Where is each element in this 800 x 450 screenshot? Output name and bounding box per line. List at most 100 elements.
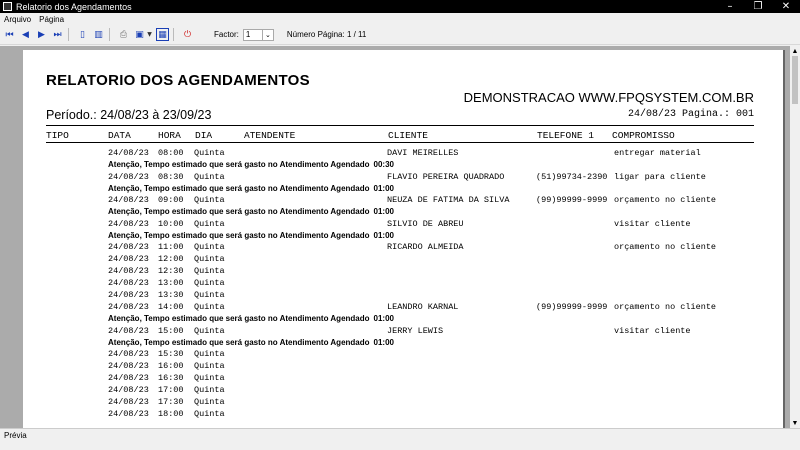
cell-hora: 12:00 [158,254,184,264]
cell-data: 24/08/23 [108,385,149,395]
factor-value: 1 [245,30,251,39]
exit-icon[interactable]: ⏻ [181,28,194,41]
cell-dia: Quinta [194,218,225,229]
maximize-button[interactable]: ❐ [744,0,772,13]
time-estimate-note: Atenção, Tempo estimado que será gasto n… [108,338,394,347]
cell-dia: Quinta [194,254,225,264]
cell-data: 24/08/23 [108,302,149,312]
cell-hora: 10:00 [158,218,184,229]
cell-hora: 13:30 [158,290,184,300]
cell-cliente: RICARDO ALMEIDA [387,242,464,252]
menu-arquivo[interactable]: Arquivo [0,15,35,24]
cell-compromisso: orçamento no cliente [614,242,717,252]
cell-hora: 14:00 [158,302,184,312]
cell-hora: 09:00 [158,195,184,205]
time-estimate-note: Atenção, Tempo estimado que será gasto n… [108,184,394,193]
print-icon[interactable]: ⎙ [117,28,130,41]
cell-data: 24/08/23 [108,254,149,264]
cell-data: 24/08/23 [108,349,149,359]
cell-dia: Quinta [194,148,225,158]
cell-cliente: JERRY LEWIS [387,325,444,336]
cell-data: 24/08/23 [108,195,149,205]
note-tempo: 01:00 [373,337,394,347]
minimize-button[interactable]: – [716,0,744,13]
cell-cliente: DAVI MEIRELLES [387,148,459,158]
cell-dia: Quinta [194,278,225,288]
cell-telefone: (99)99999-9999 [536,195,608,205]
cell-dia: Quinta [194,397,225,407]
factor-label: Factor: [214,30,239,39]
cell-hora: 12:30 [158,266,184,276]
chevron-down-icon[interactable]: ⌄ [261,28,274,41]
report-company: DEMONSTRACAO WWW.FPQSYSTEM.COM.BR [463,90,754,105]
col-header-dia: DIA [195,130,213,141]
cell-compromisso: ligar para cliente [614,171,706,182]
note-text: Atenção, Tempo estimado que será gasto n… [108,183,370,193]
export-icon[interactable]: ▦ [156,28,169,41]
time-estimate-note: Atenção, Tempo estimado que será gasto n… [108,231,394,240]
cell-telefone: (51)99734-2390 [536,171,608,182]
cell-dia: Quinta [194,361,225,371]
cell-dia: Quinta [194,325,225,336]
cell-data: 24/08/23 [108,218,149,229]
cell-hora: 16:30 [158,373,184,383]
cell-data: 24/08/23 [108,148,149,158]
cell-dia: Quinta [194,373,225,383]
time-estimate-note: Atenção, Tempo estimado que será gasto n… [108,314,394,323]
two-page-view-icon[interactable]: ▥ [92,28,105,41]
cell-cliente: NEUZA DE FATIMA DA SILVA [387,195,510,205]
page-number-info: Número Página: 1 / 11 [286,30,367,39]
cell-cliente: LEANDRO KARNAL [387,302,459,312]
cell-hora: 08:00 [158,148,184,158]
toolbar-separator [68,28,69,41]
cell-data: 24/08/23 [108,290,149,300]
save-icon[interactable]: ▣ [133,28,146,41]
page-view-icon[interactable]: ▯ [76,28,89,41]
first-page-icon[interactable]: ⏮ [3,28,16,41]
next-page-icon[interactable]: ▶ [35,28,48,41]
preview-viewport[interactable]: RELATORIO DOS AGENDAMENTOS DEMONSTRACAO … [0,46,800,428]
note-text: Atenção, Tempo estimado que será gasto n… [108,314,370,323]
cell-hora: 15:30 [158,349,184,359]
cell-compromisso: orçamento no cliente [614,302,717,312]
cell-dia: Quinta [194,171,225,182]
cell-hora: 15:00 [158,325,184,336]
col-header-atendente: ATENDENTE [244,130,296,141]
cell-hora: 16:00 [158,361,184,371]
cell-dia: Quinta [194,409,225,419]
prev-page-icon[interactable]: ◀ [19,28,32,41]
cell-hora: 08:30 [158,171,184,182]
save-dropdown-icon[interactable]: ▼ [146,28,153,41]
cell-compromisso: visitar cliente [614,325,691,336]
close-button[interactable]: ✕ [772,0,800,13]
window-title: Relatorio dos Agendamentos [16,1,132,12]
cell-dia: Quinta [194,349,225,359]
toolbar-separator [173,28,174,41]
col-header-telefone: TELEFONE 1 [537,130,595,141]
app-icon [3,2,12,11]
factor-select[interactable]: 1 ⌄ [242,28,274,41]
menu-pagina[interactable]: Página [35,15,68,24]
cell-compromisso: entregar material [614,148,701,158]
col-header-data: DATA [108,130,131,141]
cell-compromisso: orçamento no cliente [614,195,717,205]
note-tempo: 01:00 [373,230,394,240]
time-estimate-note: Atenção, Tempo estimado que será gasto n… [108,160,394,169]
title-bar: Relatorio dos Agendamentos – ❐ ✕ [0,0,800,13]
cell-dia: Quinta [194,266,225,276]
header-bottom-rule [46,142,754,143]
scroll-up-icon[interactable]: ▲ [790,46,800,56]
cell-data: 24/08/23 [108,325,149,336]
cell-data: 24/08/23 [108,397,149,407]
note-tempo: 01:00 [373,314,394,323]
scroll-down-icon[interactable]: ▼ [790,418,800,428]
vertical-scrollbar[interactable]: ▲ ▼ [790,46,800,428]
cell-dia: Quinta [194,302,225,312]
cell-dia: Quinta [194,195,225,205]
note-text: Atenção, Tempo estimado que será gasto n… [108,230,370,240]
cell-dia: Quinta [194,242,225,252]
last-page-icon[interactable]: ⏭ [51,28,64,41]
note-tempo: 00:30 [373,160,394,169]
scroll-thumb[interactable] [792,56,798,104]
col-header-cliente: CLIENTE [388,130,428,141]
